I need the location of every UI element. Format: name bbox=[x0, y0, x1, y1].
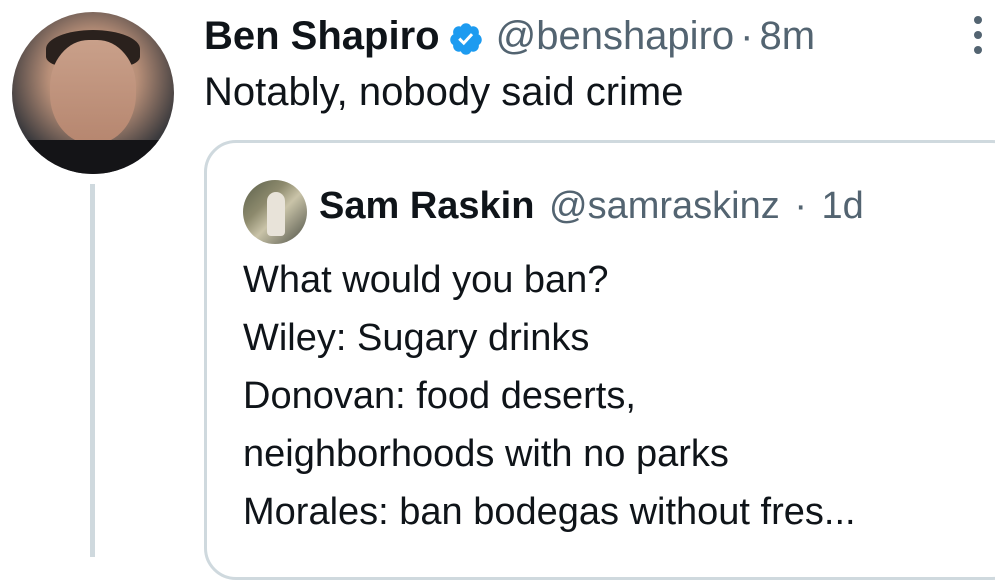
quoted-text-line: Wiley: Sugary drinks bbox=[243, 317, 590, 359]
more-dot bbox=[974, 31, 982, 39]
quoted-author-name[interactable]: Sam Raskin bbox=[319, 185, 534, 227]
quoted-tweet-timestamp[interactable]: 1d bbox=[822, 185, 864, 227]
quoted-text-line: neighborhoods with no parks bbox=[243, 433, 729, 475]
quoted-tweet-header: Sam Raskin @samraskinz · 1d bbox=[319, 181, 864, 231]
quoted-tweet-text: What would you ban? Wiley: Sugary drinks… bbox=[243, 251, 856, 541]
quoted-text-line: What would you ban? bbox=[243, 259, 609, 301]
tweet-text: Notably, nobody said crime bbox=[204, 70, 684, 114]
quoted-author-handle[interactable]: @samraskinz bbox=[549, 185, 780, 227]
avatar-face bbox=[50, 40, 136, 144]
thread-line bbox=[90, 184, 95, 557]
meta-separator: · bbox=[740, 14, 754, 58]
author-name[interactable]: Ben Shapiro bbox=[204, 10, 440, 62]
quoted-author-avatar[interactable] bbox=[243, 180, 307, 244]
more-dot bbox=[974, 16, 982, 24]
quoted-meta-separator: · bbox=[794, 185, 807, 227]
author-avatar[interactable] bbox=[12, 12, 174, 174]
quoted-text-line: Donovan: food deserts, bbox=[243, 375, 636, 417]
more-dot bbox=[974, 46, 982, 54]
tweet-timestamp[interactable]: 8m bbox=[759, 10, 815, 62]
more-options-icon[interactable] bbox=[972, 16, 984, 62]
verified-badge-icon bbox=[448, 18, 484, 55]
avatar-shirt bbox=[12, 140, 174, 174]
tweet-header: Ben Shapiro @benshapiro · 8m bbox=[204, 10, 815, 62]
avatar-figure bbox=[267, 192, 285, 236]
author-handle[interactable]: @benshapiro bbox=[496, 10, 735, 62]
quoted-text-line: Morales: ban bodegas without fres... bbox=[243, 491, 856, 533]
quoted-tweet-card[interactable]: Sam Raskin @samraskinz · 1d What would y… bbox=[204, 140, 995, 580]
